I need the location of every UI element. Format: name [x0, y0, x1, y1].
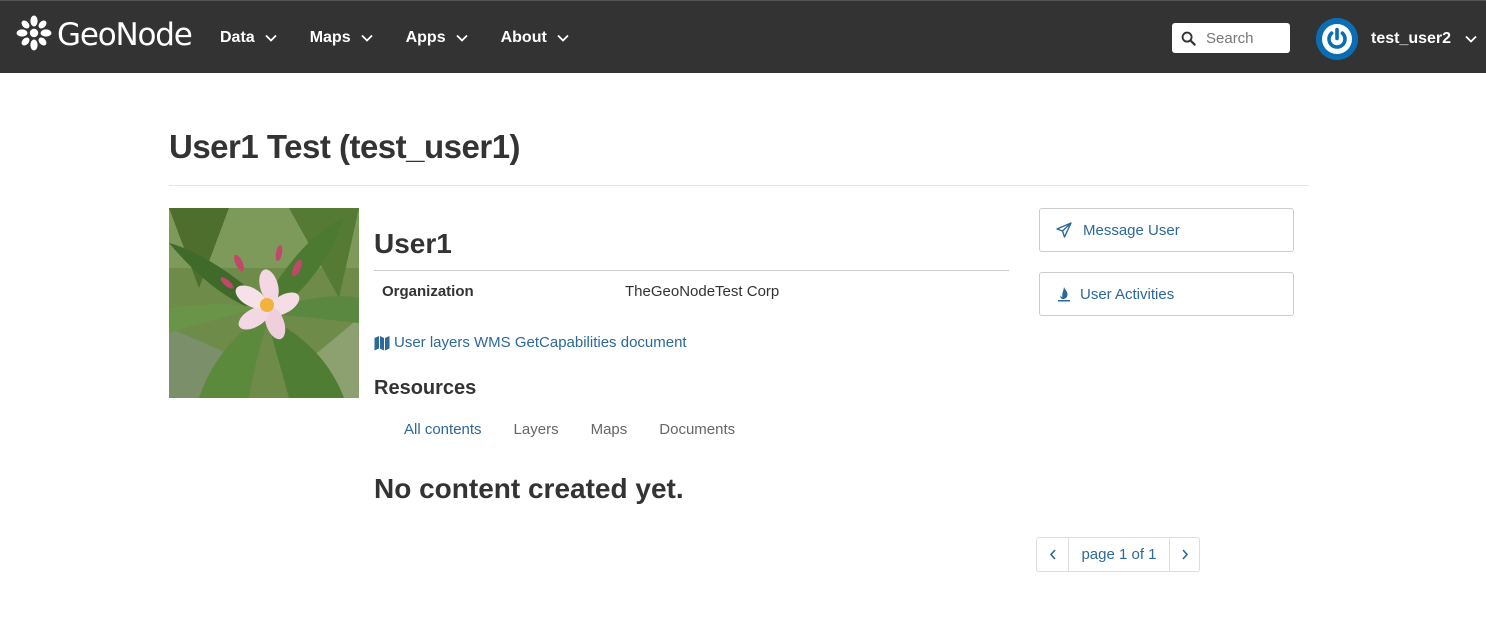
next-page-button[interactable]: [1169, 538, 1199, 571]
geonode-flower-icon: [14, 13, 54, 58]
profile-divider: [374, 270, 1009, 271]
nav-apps-label: Apps: [405, 28, 446, 46]
empty-content-message: No content created yet.: [374, 473, 684, 504]
profile-name: User1: [374, 228, 452, 259]
chevron-down-icon: [1465, 35, 1477, 43]
organization-label: Organization: [382, 283, 474, 300]
chevron-left-icon: [1049, 549, 1056, 560]
power-icon: [1316, 18, 1358, 60]
brand-logo[interactable]: GeoNode: [14, 13, 193, 58]
wms-getcapabilities-link[interactable]: User layers WMS GetCapabilities document: [374, 334, 687, 351]
nav-apps[interactable]: Apps: [406, 29, 468, 47]
fire-icon: [1058, 287, 1070, 302]
tab-all-contents[interactable]: All contents: [404, 421, 482, 438]
map-icon: [374, 335, 390, 350]
user-activities-button[interactable]: User Activities: [1039, 272, 1294, 316]
chevron-down-icon: [557, 34, 569, 42]
resources-heading: Resources: [374, 377, 477, 399]
user-menu[interactable]: test_user2: [1316, 18, 1477, 60]
previous-page-button[interactable]: [1037, 538, 1069, 571]
tab-layers[interactable]: Layers: [514, 421, 559, 438]
chevron-down-icon: [455, 34, 468, 42]
avatar: [1316, 18, 1358, 60]
title-divider: [169, 185, 1309, 186]
message-user-button[interactable]: Message User: [1039, 208, 1294, 252]
tab-maps[interactable]: Maps: [591, 421, 628, 438]
chevron-down-icon: [360, 34, 373, 42]
nav-about-label: About: [500, 28, 547, 46]
paper-plane-icon: [1056, 222, 1072, 238]
nav-data[interactable]: Data: [220, 29, 277, 47]
nav-maps-label: Maps: [309, 28, 351, 46]
organization-value: TheGeoNodeTest Corp: [625, 283, 780, 300]
wms-link-label: User layers WMS GetCapabilities document: [394, 334, 687, 351]
brand-name: GeoNode: [57, 17, 193, 53]
nav-data-label: Data: [220, 28, 255, 46]
nav-about[interactable]: About: [501, 29, 569, 47]
tab-documents[interactable]: Documents: [659, 421, 735, 438]
chevron-right-icon: [1181, 549, 1188, 560]
search-box: [1172, 23, 1290, 53]
user-activities-label: User Activities: [1080, 285, 1175, 303]
main-menu: Data Maps Apps About: [220, 1, 602, 74]
page-indicator: page 1 of 1: [1081, 546, 1157, 563]
message-user-label: Message User: [1083, 221, 1180, 239]
chevron-down-icon: [265, 34, 277, 42]
top-navbar: GeoNode Data Maps Apps About Search test…: [0, 0, 1486, 73]
resource-tabs: All contents Layers Maps Documents: [404, 421, 767, 438]
username-label: test_user2: [1371, 30, 1452, 47]
nav-maps[interactable]: Maps: [310, 29, 373, 47]
search-input[interactable]: [1206, 29, 1286, 47]
profile-photo: [169, 208, 359, 398]
pagination: page 1 of 1: [1036, 537, 1200, 572]
page-title: User1 Test (test_user1): [169, 128, 521, 165]
search-icon: [1181, 31, 1196, 46]
